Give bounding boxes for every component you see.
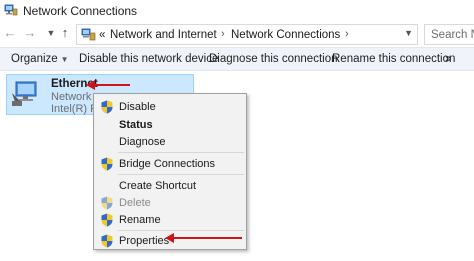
breadcrumb-separator-icon[interactable]: › — [221, 28, 225, 40]
address-row: ← → ▼ ↑ « Network and Internet › Network… — [0, 22, 474, 46]
window-title: Network Connections — [23, 4, 138, 18]
menu-item-label: Create Shortcut — [119, 180, 197, 192]
organize-label: Organize — [11, 53, 58, 65]
uac-shield-icon — [101, 157, 113, 171]
menu-item-diagnose[interactable]: Diagnose — [94, 132, 246, 152]
address-dropdown-icon[interactable]: ▼ — [404, 28, 413, 38]
address-bar[interactable]: « Network and Internet › Network Connect… — [76, 24, 418, 45]
menu-separator — [118, 152, 244, 153]
network-connections-icon — [4, 4, 18, 16]
search-input[interactable]: Search N — [424, 24, 474, 45]
menu-item-bridge-connections[interactable]: Bridge Connections — [94, 154, 246, 174]
menu-separator — [118, 174, 244, 175]
menu-item-rename[interactable]: Rename — [94, 210, 246, 230]
menu-item-disable[interactable]: Disable — [94, 97, 246, 117]
breadcrumb-network-and-internet[interactable]: Network and Internet — [110, 29, 217, 41]
breadcrumb-network-connections[interactable]: Network Connections — [231, 29, 340, 41]
context-menu: Disable Status Diagnose Bridge Connectio… — [93, 93, 247, 250]
network-connections-icon — [81, 28, 96, 41]
menu-item-label: Delete — [119, 197, 151, 209]
annotation-arrow-ethernet — [86, 80, 130, 90]
back-arrow-icon[interactable]: ← — [3, 26, 17, 40]
search-placeholder: Search N — [431, 29, 474, 41]
up-arrow-icon[interactable]: ↑ — [58, 26, 72, 40]
menu-item-label: Disable — [119, 101, 156, 113]
menu-item-label: Rename — [119, 214, 161, 226]
more-commands-button[interactable]: » — [445, 53, 451, 65]
adapter-status: Network — [51, 91, 92, 103]
menu-item-label: Diagnose — [119, 136, 166, 148]
recent-locations-chevron-icon[interactable]: ▼ — [44, 26, 58, 40]
organize-menu-button[interactable]: Organize ▼ — [11, 53, 69, 65]
menu-item-label: Properties — [119, 235, 170, 247]
forward-arrow-icon[interactable]: → — [23, 26, 37, 40]
network-adapter-icon — [12, 81, 37, 106]
breadcrumb-separator-icon[interactable]: › — [345, 28, 349, 40]
uac-shield-icon — [101, 213, 113, 227]
menu-item-label: Status — [119, 119, 153, 131]
uac-shield-icon — [101, 234, 113, 248]
caret-down-icon: ▼ — [60, 55, 69, 64]
command-bar: Organize ▼ Disable this network device Di… — [0, 47, 474, 71]
annotation-arrow-properties — [165, 233, 242, 243]
menu-item-label: Bridge Connections — [119, 158, 216, 170]
title-bar: Network Connections — [0, 0, 474, 22]
uac-shield-icon — [101, 196, 113, 210]
rename-connection-button[interactable]: Rename this connection — [332, 53, 455, 65]
diagnose-connection-button[interactable]: Diagnose this connection — [209, 53, 338, 65]
breadcrumb-overflow[interactable]: « — [99, 29, 105, 41]
disable-device-button[interactable]: Disable this network device — [79, 53, 218, 65]
uac-shield-icon — [101, 100, 113, 114]
